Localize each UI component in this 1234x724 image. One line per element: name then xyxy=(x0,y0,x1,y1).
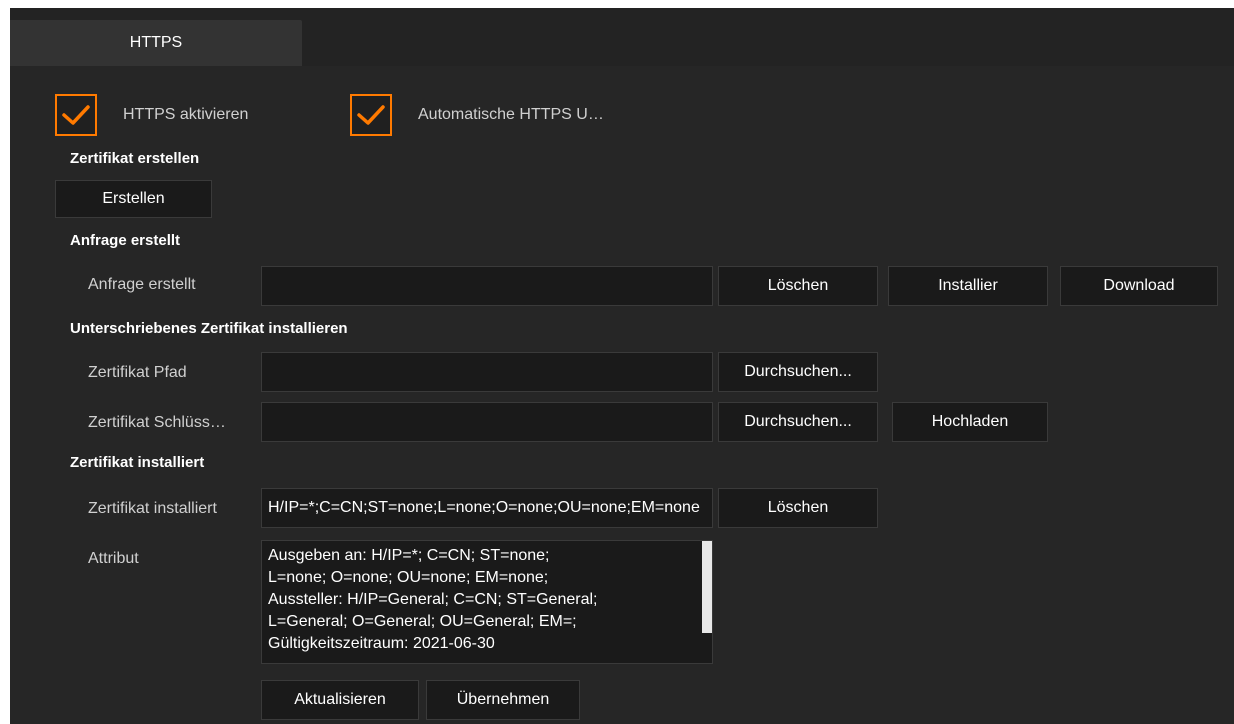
settings-content: HTTPS aktivieren Automatische HTTPS U… Z… xyxy=(10,66,1234,724)
installed-certificate-label: Zertifikat installiert xyxy=(88,500,217,517)
enable-https-label: HTTPS aktivieren xyxy=(123,106,249,123)
installed-certificate-heading: Zertifikat installiert xyxy=(70,454,205,471)
attribute-line: Ausgeben an: H/IP=*; C=CN; ST=none; xyxy=(268,547,550,564)
request-created-field[interactable] xyxy=(261,266,713,306)
request-download-button[interactable]: Download xyxy=(1060,266,1218,306)
attribute-label: Attribut xyxy=(88,550,139,567)
certificate-path-browse-button[interactable]: Durchsuchen... xyxy=(718,352,878,392)
request-created-heading: Anfrage erstellt xyxy=(70,232,181,249)
enable-https-checkbox[interactable] xyxy=(55,94,97,136)
attribute-line: L=General; O=General; OU=General; EM=; xyxy=(268,613,577,630)
attribute-textarea[interactable]: Ausgeben an: H/IP=*; C=CN; ST=none; L=no… xyxy=(261,540,713,664)
attribute-scrollbar[interactable] xyxy=(702,541,712,663)
auto-redirect-checkbox[interactable] xyxy=(350,94,392,136)
checkmark-icon xyxy=(62,105,90,125)
request-install-button[interactable]: Installier xyxy=(888,266,1048,306)
https-settings-panel: HTTPS HTTPS aktivieren Automatische HTTP… xyxy=(10,8,1234,724)
signed-certificate-heading: Unterschriebenes Zertifikat installieren xyxy=(70,320,348,337)
upload-button[interactable]: Hochladen xyxy=(892,402,1048,442)
installed-certificate-field[interactable]: H/IP=*;C=CN;ST=none;L=none;O=none;OU=non… xyxy=(261,488,713,528)
certificate-path-label: Zertifikat Pfad xyxy=(88,364,187,381)
attribute-line: Aussteller: H/IP=General; C=CN; ST=Gener… xyxy=(268,591,598,608)
apply-button[interactable]: Übernehmen xyxy=(426,680,580,720)
request-delete-button[interactable]: Löschen xyxy=(718,266,878,306)
create-button[interactable]: Erstellen xyxy=(55,180,212,218)
certificate-path-field[interactable] xyxy=(261,352,713,392)
attribute-line: L=none; O=none; OU=none; EM=none; xyxy=(268,569,549,586)
certificate-key-field[interactable] xyxy=(261,402,713,442)
request-created-label: Anfrage erstellt xyxy=(88,276,196,293)
create-certificate-heading: Zertifikat erstellen xyxy=(70,150,200,167)
attribute-line: Gültigkeitszeitraum: 2021-06-30 xyxy=(268,635,495,652)
auto-redirect-label: Automatische HTTPS U… xyxy=(418,106,604,123)
checkmark-icon xyxy=(357,105,385,125)
tab-https[interactable]: HTTPS xyxy=(10,20,302,66)
tab-bar: HTTPS xyxy=(10,8,1234,66)
attribute-scrollbar-thumb[interactable] xyxy=(702,541,712,633)
certificate-key-browse-button[interactable]: Durchsuchen... xyxy=(718,402,878,442)
certificate-key-label: Zertifikat Schlüss… xyxy=(88,414,226,431)
refresh-button[interactable]: Aktualisieren xyxy=(261,680,419,720)
installed-delete-button[interactable]: Löschen xyxy=(718,488,878,528)
